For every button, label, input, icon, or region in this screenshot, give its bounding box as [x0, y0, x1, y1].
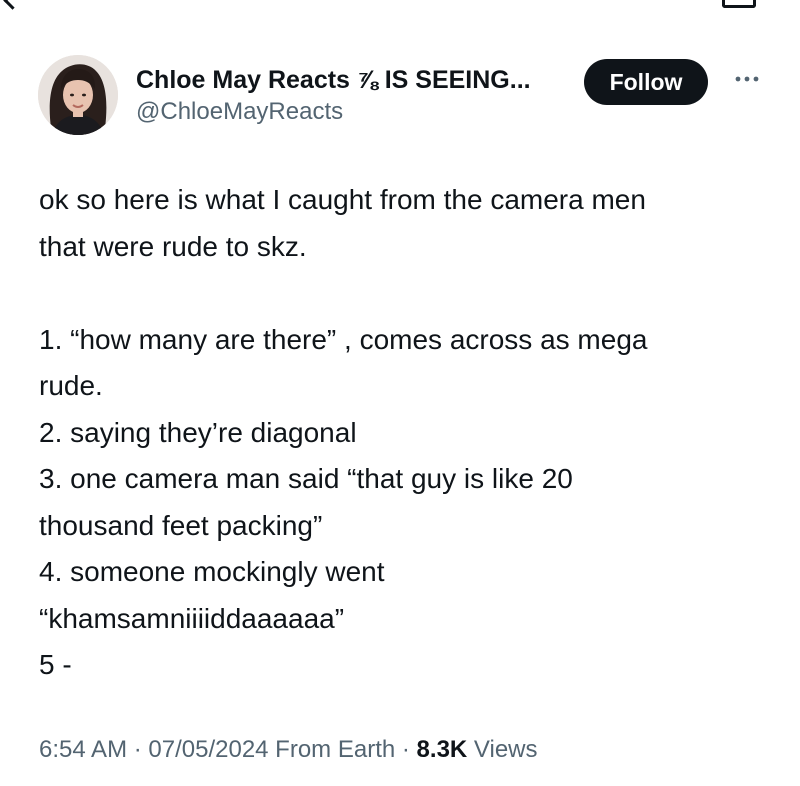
follow-button[interactable]: Follow — [584, 59, 708, 105]
tweet-date[interactable]: 07/05/2024 — [148, 736, 268, 763]
meta-separator: · — [127, 736, 149, 763]
tweet-line: ok so here is what I caught from the cam… — [39, 184, 646, 215]
tweet-header: Chloe May Reacts ⅞ IS SEEING... @ChloeMa… — [38, 55, 768, 135]
tweet-line: “khamsamniiiiddaaaaaa” — [39, 602, 345, 634]
profile-photo-icon — [38, 55, 118, 135]
tweet-source: From Earth — [268, 736, 396, 763]
tweet-line: 2. saying they’re diagonal — [39, 416, 357, 448]
user-info[interactable]: Chloe May Reacts ⅞ IS SEEING... @ChloeMa… — [136, 65, 576, 128]
views-count[interactable]: 8.3K — [417, 736, 468, 763]
back-arrow-icon[interactable] — [3, 0, 22, 10]
tweet-time[interactable]: 6:54 AM — [39, 736, 127, 763]
top-bar-clipped — [0, 0, 800, 10]
tweet-line: 1. “how many are there” , comes across a… — [39, 323, 648, 355]
tweet-line: 3. one camera man said “that guy is like… — [39, 463, 573, 494]
tweet-text: ok so here is what I caught from the cam… — [39, 177, 759, 689]
views-label[interactable]: Views — [467, 736, 538, 763]
bookmark-icon[interactable] — [722, 0, 756, 8]
avatar[interactable] — [38, 55, 118, 135]
tweet-line: thousand feet packing” — [39, 509, 323, 541]
tweet-line: 5 - — [39, 649, 72, 680]
user-handle[interactable]: @ChloeMayReacts — [136, 96, 576, 128]
tweet-line: that were rude to skz. — [39, 230, 307, 262]
more-options-icon[interactable] — [732, 67, 762, 91]
tweet-line: rude. — [39, 370, 103, 401]
meta-separator: · — [395, 736, 417, 763]
tweet-line: 4. someone mockingly went — [39, 556, 385, 587]
display-name[interactable]: Chloe May Reacts ⅞ IS SEEING... — [136, 65, 576, 95]
tweet-meta: 6:54 AM · 07/05/2024 From Earth · 8.3K V… — [39, 735, 538, 765]
